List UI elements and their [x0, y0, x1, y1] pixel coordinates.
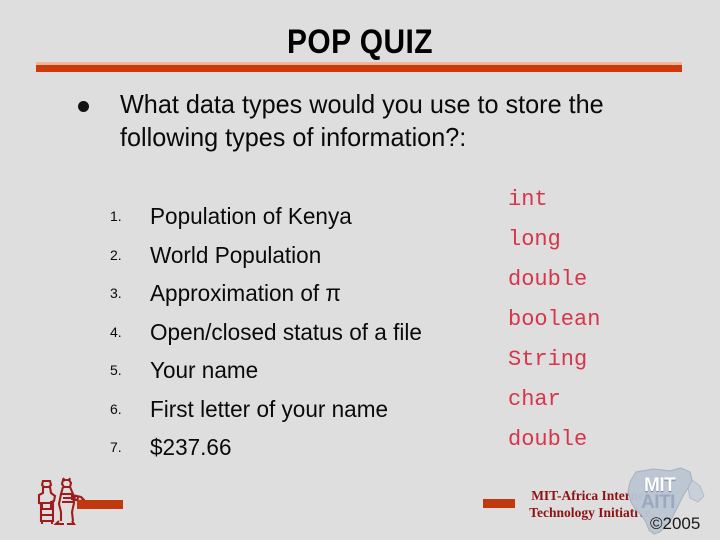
- list-item-number: 3.: [110, 285, 122, 301]
- answer-type: int: [508, 187, 548, 212]
- list-item-number: 4.: [110, 323, 122, 340]
- bullet-dot-icon: [78, 101, 89, 112]
- logo-aiti-text: AITI: [641, 492, 675, 513]
- answer-type: String: [508, 347, 588, 372]
- slide-canvas: POP QUIZ What data types would you use t…: [0, 0, 720, 540]
- list-item: 1. Population of Kenya: [110, 198, 530, 237]
- footer-accent-bar-left: [77, 500, 123, 509]
- list-item-label: $237.66: [150, 434, 232, 460]
- list-item: 3. Approximation of π: [110, 275, 530, 314]
- list-item: 7. $237.66: [110, 429, 530, 468]
- list-item-label: Population of Kenya: [150, 203, 352, 229]
- answer-type: double: [508, 427, 588, 452]
- answer-type: char: [508, 387, 561, 412]
- list-item-label: Approximation of π: [150, 280, 341, 306]
- answer-type: long: [508, 227, 561, 252]
- list-item-label: Open/closed status of a file: [150, 318, 422, 345]
- list-item: 5. Your name: [110, 352, 530, 391]
- list-item-number: 6.: [110, 400, 122, 417]
- title-underline: [36, 65, 682, 72]
- list-item-number: 7.: [110, 439, 122, 455]
- list-item-label: First letter of your name: [150, 395, 389, 422]
- quiz-prompt-list: 1. Population of Kenya 2. World Populati…: [110, 198, 530, 468]
- list-item-number: 1.: [110, 208, 122, 224]
- list-item-number: 2.: [110, 246, 122, 263]
- answer-type: double: [508, 267, 588, 292]
- main-bullet-text: What data types would you use to store t…: [120, 89, 604, 152]
- list-item-label: World Population: [150, 241, 322, 268]
- quiz-answer-list: int long double boolean String char doub…: [508, 184, 713, 464]
- list-item-label: Your name: [150, 357, 259, 383]
- list-item: 2. World Population: [110, 237, 530, 276]
- list-item: 6. First letter of your name: [110, 391, 530, 430]
- list-item: 4. Open/closed status of a file: [110, 314, 530, 353]
- aiti-logo: MIT AITI ©2005: [618, 466, 718, 540]
- answer-type: boolean: [508, 307, 601, 332]
- page-title: POP QUIZ: [287, 23, 433, 61]
- copyright-text: ©2005: [650, 514, 701, 533]
- list-item-number: 5.: [110, 362, 122, 378]
